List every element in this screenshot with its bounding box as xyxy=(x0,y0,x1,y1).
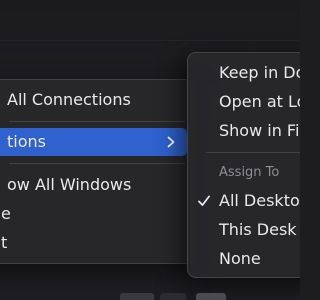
menu-item-label: e xyxy=(1,204,11,223)
submenu-item-none[interactable]: None xyxy=(219,246,261,272)
submenu-item-keep-in-dock[interactable]: Keep in Do xyxy=(219,60,300,86)
submenu-item-open-at-login[interactable]: Open at Lo xyxy=(219,89,300,115)
dock-app-icon[interactable] xyxy=(160,293,186,300)
menu-separator xyxy=(9,163,185,164)
submenu-item-this-desktop[interactable]: This Desk xyxy=(219,217,297,243)
desktop-background: All Connections tions ow All Windows e t… xyxy=(0,0,300,300)
context-menu: All Connections tions ow All Windows e t xyxy=(0,79,194,264)
submenu-item-label: This Desk xyxy=(219,220,297,239)
menu-item-all-connections[interactable]: All Connections xyxy=(0,86,193,114)
submenu-item-label: Keep in Do xyxy=(219,63,300,82)
submenu-item-label: None xyxy=(219,249,261,268)
checkmark-icon xyxy=(198,195,210,206)
menu-item-label: tions xyxy=(7,132,46,151)
chevron-right-icon xyxy=(167,136,175,148)
submenu-item-label: All Deskto xyxy=(219,191,300,210)
menu-separator xyxy=(9,121,185,122)
menu-item-quit[interactable]: t xyxy=(0,229,193,257)
submenu-separator xyxy=(206,152,300,153)
menu-item-label: All Connections xyxy=(7,90,131,109)
submenu-item-show-in-finder[interactable]: Show in Fi xyxy=(219,118,299,144)
menu-item-label: t xyxy=(1,233,8,252)
submenu-item-label: Show in Fi xyxy=(219,121,300,140)
submenu-item-all-desktops[interactable]: All Deskto xyxy=(219,188,300,214)
background-band xyxy=(0,40,300,41)
dock-app-icon[interactable] xyxy=(120,293,154,300)
assign-to-header: Assign To xyxy=(219,165,280,180)
menu-item-options[interactable]: tions xyxy=(0,128,187,156)
submenu-item-label: Open at Lo xyxy=(219,92,300,111)
menu-item-label: ow All Windows xyxy=(7,175,132,194)
dock-app-icon[interactable] xyxy=(196,293,226,300)
options-submenu: Keep in Do Open at Lo Show in Fi Assign … xyxy=(187,52,300,278)
menu-item-hide[interactable]: e xyxy=(0,200,193,228)
menu-item-show-all-windows[interactable]: ow All Windows xyxy=(0,171,193,199)
dock xyxy=(0,280,300,300)
